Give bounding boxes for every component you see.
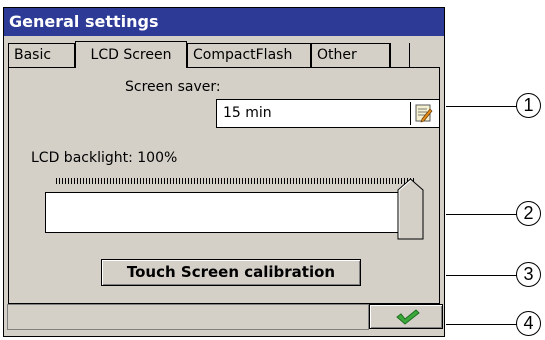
callout-2-line: [446, 214, 518, 215]
callout-2: 2: [516, 201, 541, 226]
edit-notepad-icon: [415, 104, 433, 123]
screen-saver-label: Screen saver:: [125, 79, 221, 95]
tab-compactflash[interactable]: CompactFlash: [187, 43, 311, 67]
window-title: General settings: [4, 8, 444, 36]
lcd-backlight-label: LCD backlight: 100%: [31, 150, 178, 166]
backlight-slider-track[interactable]: [45, 192, 403, 233]
callout-3-line: [446, 275, 518, 276]
tab-basic[interactable]: Basic: [8, 43, 75, 67]
tab-strip-spacer: [390, 43, 410, 67]
settings-window: General settings Basic LCD Screen Compac…: [3, 7, 445, 337]
ok-button[interactable]: [369, 304, 443, 329]
callout-1: 1: [516, 93, 541, 118]
screen-saver-value: 15 min: [223, 105, 272, 121]
backlight-slider-ticks: [56, 178, 414, 184]
callout-4-line: [446, 324, 518, 325]
callout-3: 3: [516, 262, 541, 287]
tab-lcd-screen[interactable]: LCD Screen: [75, 41, 187, 68]
tab-other[interactable]: Other: [311, 43, 390, 67]
screen-saver-dropdown-button[interactable]: [410, 102, 436, 125]
tab-strip: Basic LCD Screen CompactFlash Other: [8, 41, 440, 68]
checkmark-icon: [396, 309, 420, 325]
callout-1-line: [446, 106, 518, 107]
callout-4: 4: [516, 311, 541, 336]
touch-screen-calibration-button[interactable]: Touch Screen calibration: [101, 259, 361, 286]
screen-saver-select[interactable]: 15 min: [216, 99, 440, 128]
status-bar: [7, 304, 369, 330]
backlight-slider-thumb[interactable]: [397, 178, 424, 240]
